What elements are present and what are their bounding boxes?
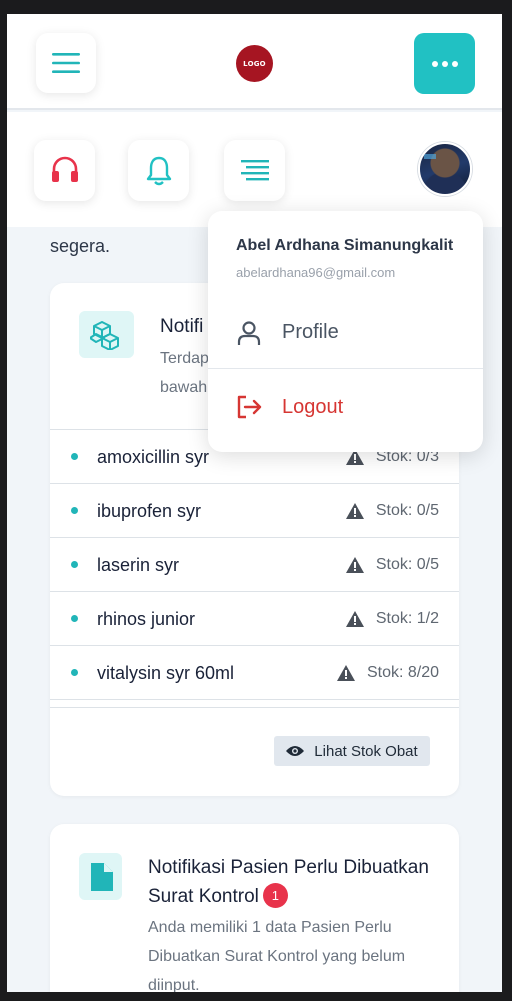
warning-icon	[345, 611, 364, 627]
bullet-dot	[71, 507, 78, 514]
boxes-icon	[79, 311, 134, 358]
user-avatar[interactable]	[418, 142, 472, 196]
item-stock: Stok: 8/20	[336, 646, 439, 700]
stock-text: Stok: 8/20	[366, 664, 439, 681]
document-icon	[79, 853, 122, 900]
item-name: laserin syr	[97, 555, 180, 575]
hamburger-menu-button[interactable]	[36, 33, 96, 93]
bullet-dot	[71, 453, 78, 460]
list-divider	[50, 700, 459, 708]
eye-icon	[286, 746, 305, 756]
notifications-button[interactable]	[128, 140, 189, 201]
user-name: Abel Ardhana Simanungkalit	[236, 237, 454, 254]
ellipsis-icon	[431, 60, 458, 67]
align-icon	[240, 159, 269, 180]
item-name: amoxicillin syr	[97, 447, 210, 467]
app-screen: LOGO segera. Notifi Terdap bawah amoxici…	[7, 14, 502, 992]
view-stock-button[interactable]: Lihat Stok Obat	[274, 736, 430, 766]
logout-label: Logout	[282, 395, 344, 418]
user-icon	[237, 320, 261, 345]
profile-menu-item[interactable]: Profile	[208, 297, 483, 369]
app-logo[interactable]: LOGO	[236, 45, 273, 82]
bullet-dot	[71, 669, 78, 676]
user-email: abelardhana96@gmail.com	[236, 265, 396, 280]
intro-text: segera.	[50, 236, 111, 256]
item-name: vitalysin syr 60ml	[97, 663, 235, 683]
menu-align-button[interactable]	[224, 140, 285, 201]
stock-text: Stok: 0/5	[375, 502, 439, 519]
warning-icon	[336, 665, 355, 681]
logout-menu-item[interactable]: Logout	[208, 371, 483, 443]
view-stock-label: Lihat Stok Obat	[314, 742, 418, 760]
logout-icon	[237, 395, 262, 419]
item-stock: Stok: 1/2	[345, 592, 439, 646]
warning-icon	[345, 503, 364, 519]
warning-icon	[345, 557, 364, 573]
list-item: laserin syr Stok: 0/5	[50, 538, 459, 592]
count-badge: 1	[262, 883, 288, 908]
list-item: vitalysin syr 60ml Stok: 8/20	[50, 646, 459, 700]
headset-icon	[51, 156, 78, 182]
card-title: Notifikasi Pasien Perlu Dibuatkan Surat …	[148, 853, 448, 911]
card-title-text: Notifikasi Pasien Perlu Dibuatkan Surat …	[148, 857, 429, 907]
card-description: Anda memiliki 1 data Pasien Perlu Dibuat…	[148, 919, 406, 992]
top-navbar: LOGO	[7, 14, 502, 110]
stock-text: Stok: 0/5	[375, 556, 439, 573]
stock-list: amoxicillin syr Stok: 0/3 ibuprofen syr …	[50, 429, 459, 708]
item-name: ibuprofen syr	[97, 501, 202, 521]
user-dropdown-menu: Abel Ardhana Simanungkalit abelardhana96…	[208, 211, 483, 452]
item-name: rhinos junior	[97, 609, 196, 629]
bullet-dot	[71, 561, 78, 568]
item-stock: Stok: 0/5	[345, 538, 439, 592]
bell-icon	[146, 156, 171, 185]
list-item: ibuprofen syr Stok: 0/5	[50, 484, 459, 538]
more-options-button[interactable]	[414, 33, 475, 94]
support-button[interactable]	[34, 140, 95, 201]
hamburger-icon	[52, 53, 80, 73]
bullet-dot	[71, 615, 78, 622]
list-item: rhinos junior Stok: 1/2	[50, 592, 459, 646]
stock-text: Stok: 1/2	[375, 610, 439, 627]
item-stock: Stok: 0/5	[345, 484, 439, 538]
patient-notification-card: Notifikasi Pasien Perlu Dibuatkan Surat …	[50, 824, 459, 992]
profile-label: Profile	[282, 321, 339, 343]
